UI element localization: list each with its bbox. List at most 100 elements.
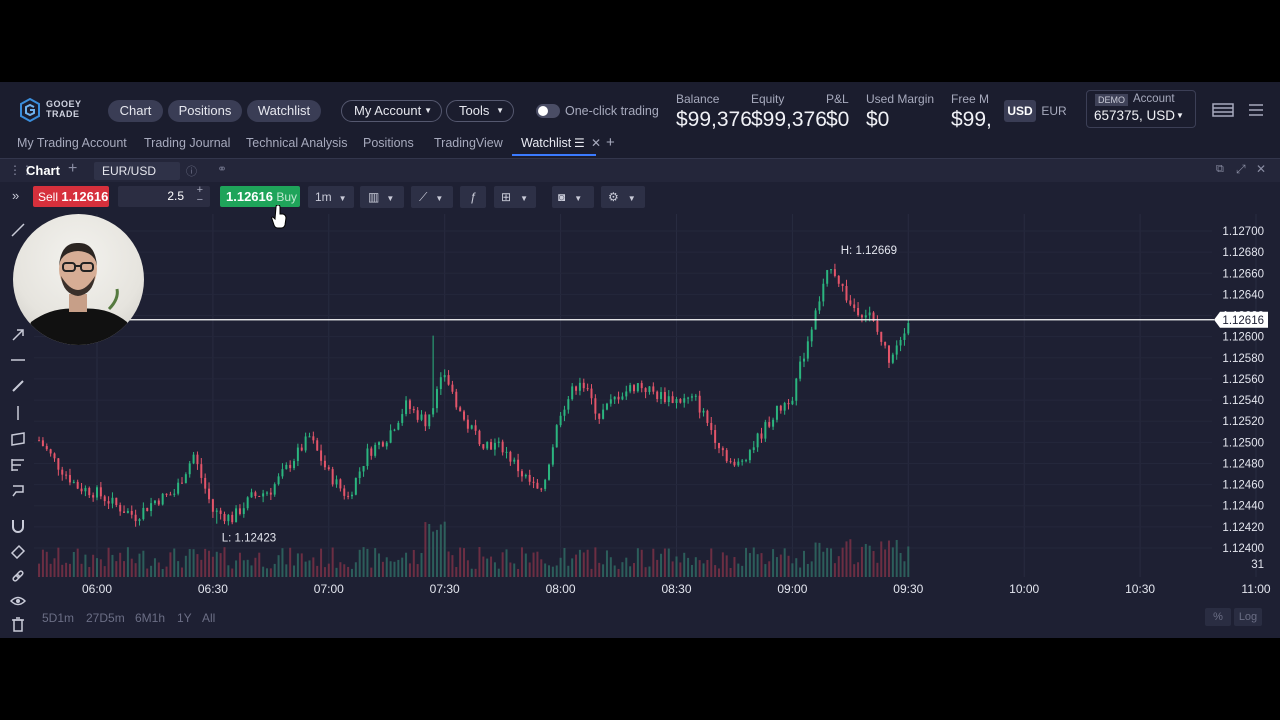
- candle-body: [602, 409, 605, 419]
- volume-bar: [177, 561, 180, 577]
- candle-body: [343, 488, 346, 496]
- x-tick-label: 08:30: [661, 582, 691, 596]
- volume-bar: [184, 555, 187, 577]
- range-5d1m[interactable]: 5D1m: [42, 611, 74, 625]
- candle-body: [783, 403, 786, 411]
- candle-body: [536, 482, 539, 489]
- volume-bar: [350, 568, 353, 577]
- volume-bar: [347, 566, 350, 577]
- candle-body: [690, 396, 693, 398]
- candle-body: [235, 508, 238, 523]
- range-27d5m[interactable]: 27D5m: [86, 611, 125, 625]
- volume-bar: [354, 562, 357, 577]
- volume-bar: [690, 564, 693, 577]
- candle-body: [335, 479, 338, 485]
- candle-body: [717, 442, 720, 449]
- volume-bar: [459, 547, 462, 577]
- volume-bar: [660, 553, 663, 577]
- candle-body: [667, 396, 670, 402]
- range-1y[interactable]: 1Y: [177, 611, 192, 625]
- candle-body: [366, 448, 369, 466]
- volume-bar: [103, 566, 106, 577]
- log-scale-toggle[interactable]: Log: [1234, 608, 1262, 626]
- candle-body: [748, 450, 751, 461]
- volume-bar: [99, 559, 102, 577]
- candle-body: [180, 482, 183, 484]
- volume-bar: [76, 548, 79, 577]
- volume-bar: [211, 556, 214, 577]
- candle-body: [532, 481, 535, 483]
- volume-bar: [582, 552, 585, 577]
- volume-bar: [590, 568, 593, 577]
- volume-bar: [717, 568, 720, 577]
- candle-body: [710, 422, 713, 431]
- volume-bar: [517, 568, 520, 577]
- volume-bar: [497, 568, 500, 577]
- volume-bar: [323, 567, 326, 577]
- volume-bar: [524, 553, 527, 577]
- candle-body: [157, 500, 160, 505]
- candle-body: [660, 392, 663, 399]
- volume-bar: [242, 560, 245, 577]
- volume-bar: [96, 558, 98, 577]
- x-tick-label: 06:00: [82, 582, 112, 596]
- candle-body: [262, 493, 265, 497]
- volume-bar: [339, 562, 342, 577]
- candle-body: [96, 487, 98, 498]
- volume-bar: [555, 565, 558, 577]
- candle-body: [721, 448, 724, 451]
- candle-body: [745, 460, 748, 462]
- candle-body: [381, 442, 384, 447]
- candle-body: [439, 377, 442, 390]
- y-tick-label: 1.12480: [1222, 458, 1264, 470]
- candle-body: [497, 441, 500, 443]
- volume-bar: [675, 556, 678, 577]
- volume-bar: [153, 558, 156, 577]
- volume-bar: [575, 554, 578, 577]
- volume-bar: [470, 568, 473, 577]
- candle-body: [68, 475, 71, 483]
- volume-bar: [887, 540, 890, 577]
- volume-bar: [138, 553, 141, 577]
- volume-bar: [455, 567, 458, 577]
- volume-bar: [343, 564, 346, 577]
- volume-bar: [513, 563, 516, 577]
- volume-bar: [200, 559, 203, 577]
- candle-body: [358, 471, 361, 479]
- candle-body: [265, 492, 268, 494]
- percent-scale-toggle[interactable]: %: [1205, 608, 1231, 626]
- candle-body: [459, 407, 462, 412]
- volume-bar: [277, 555, 280, 577]
- candle-body: [424, 414, 427, 427]
- candle-body: [540, 488, 543, 490]
- range-all[interactable]: All: [202, 611, 215, 625]
- volume-bar: [598, 562, 601, 577]
- price-chart[interactable]: 06:00 06:30 07:00 07:30 08:00 08:30 09:00 09:30…: [0, 82, 1280, 638]
- candle-body: [501, 441, 504, 453]
- candle-body: [555, 425, 558, 448]
- volume-bar: [787, 555, 790, 577]
- candle-body: [49, 449, 52, 454]
- volume-bar: [907, 546, 910, 577]
- range-6m1h[interactable]: 6M1h: [135, 611, 165, 625]
- volume-bar: [370, 567, 373, 577]
- volume-bar: [435, 529, 438, 577]
- volume-bar: [683, 552, 686, 577]
- candle-body: [331, 469, 334, 485]
- candle-body: [578, 382, 581, 391]
- volume-bar: [729, 567, 732, 577]
- volume-bar: [613, 565, 616, 577]
- volume-bar: [289, 547, 292, 577]
- y-tick-label: 1.12520: [1222, 416, 1264, 428]
- volume-bar: [891, 547, 894, 577]
- volume-bar: [196, 554, 199, 577]
- candle-body: [679, 399, 682, 403]
- volume-bar: [775, 557, 778, 577]
- candle-body: [864, 315, 867, 318]
- volume-bar: [710, 548, 713, 577]
- volume-bar: [41, 549, 44, 577]
- volume-bar: [385, 557, 388, 577]
- candle-body: [775, 405, 778, 420]
- candle-body: [408, 400, 411, 409]
- candle-body: [841, 283, 844, 286]
